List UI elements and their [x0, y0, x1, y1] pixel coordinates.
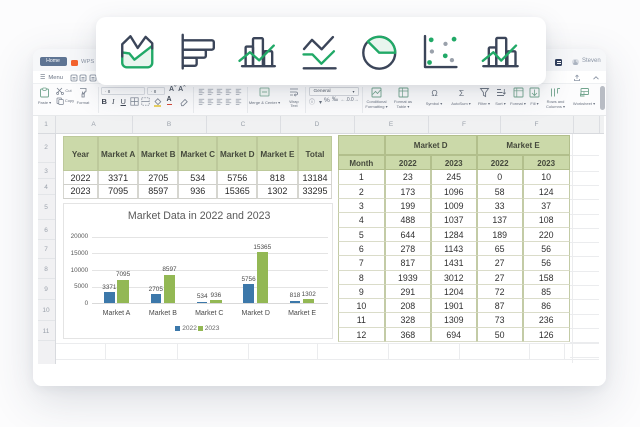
svg-text:Ω: Ω — [431, 88, 437, 98]
svg-text:Σ: Σ — [458, 88, 463, 98]
